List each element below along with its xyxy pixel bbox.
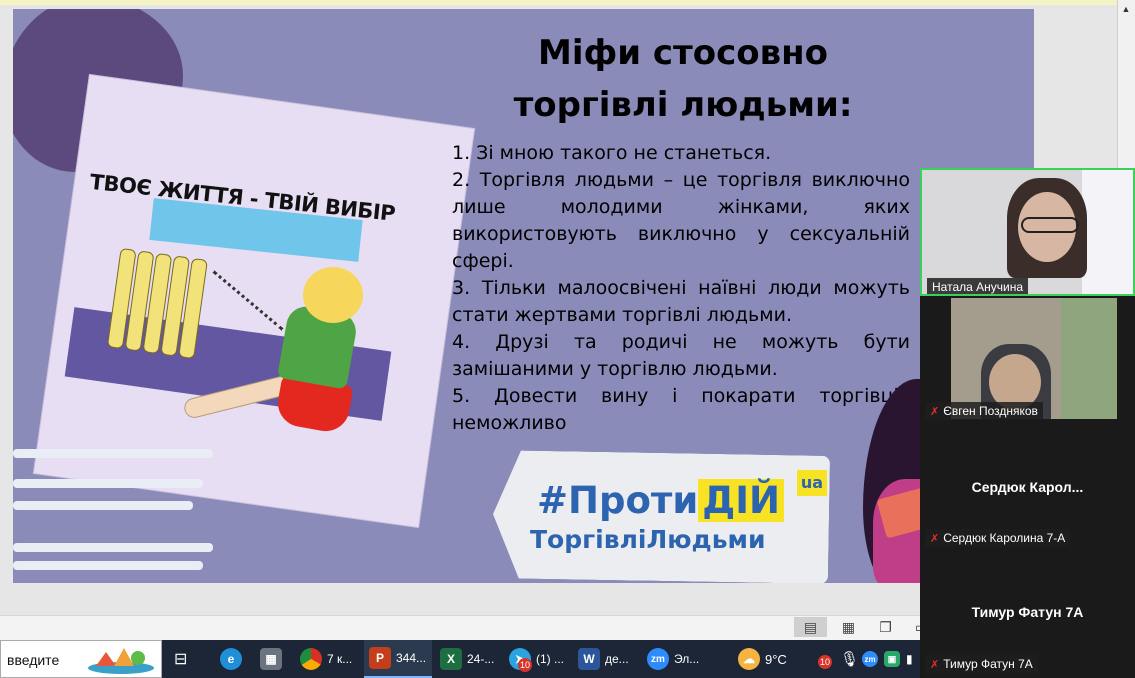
- decorative-stripe: [13, 543, 213, 552]
- taskbar-app-zoom[interactable]: zm Эл...: [644, 640, 706, 678]
- decorative-stripe: [13, 561, 203, 570]
- hashtag-prefix: #Проти: [537, 479, 699, 522]
- excel-icon: X: [440, 648, 462, 670]
- decorative-stripe: [13, 501, 193, 510]
- reading-view-icon[interactable]: ❐: [869, 617, 902, 637]
- decorative-stripe: [13, 479, 203, 488]
- mic-muted-icon: ✗: [930, 533, 940, 545]
- microphone-icon[interactable]: 🎙: [840, 640, 859, 678]
- participant-name: Сердюк Каролина 7-А: [943, 531, 1066, 545]
- hashtag-line2: ТоргівліЛюдьми: [530, 525, 766, 554]
- task-view-icon[interactable]: ⊟: [174, 640, 196, 678]
- glasses-shape: [1021, 217, 1079, 233]
- boy-head-illustration: [303, 267, 363, 323]
- scroll-up-icon[interactable]: ▲: [1117, 2, 1135, 16]
- hashtag-line1: #Проти ДІЙ: [537, 479, 784, 522]
- participant-name: Євген Поздняков: [943, 404, 1038, 418]
- myth-item-1: 1. Зі мною такого не станеться.: [452, 142, 772, 164]
- video-background: [1082, 170, 1133, 294]
- participant-name: Натала Анучина: [932, 280, 1024, 294]
- taskbar-app-label: 7 к...: [327, 652, 353, 666]
- hashtag-ua-badge: ua: [797, 470, 827, 496]
- tray-zoom-icon[interactable]: zm: [862, 640, 883, 678]
- chrome-icon: [300, 648, 322, 670]
- video-background: [1061, 298, 1117, 419]
- taskbar-app-word[interactable]: W де...: [575, 640, 637, 678]
- zoom-icon: zm: [647, 648, 669, 670]
- taskbar-app-label: де...: [605, 652, 629, 666]
- slide-canvas[interactable]: ТВОЄ ЖИТТЯ - ТВІЙ ВИБІР Міфи стосовно то…: [13, 9, 1034, 583]
- participant-name-tag: ✗ Євген Поздняков: [925, 402, 1043, 420]
- participant-tile-active[interactable]: Натала Анучина: [920, 168, 1135, 296]
- taskbar-app-label: 344...: [396, 651, 427, 665]
- notification-badge: 10: [518, 658, 532, 672]
- tray-app-icon[interactable]: ▣: [884, 640, 905, 678]
- participant-name-tag: ✗ Сердюк Каролина 7-А: [925, 529, 1071, 547]
- slide-body-text: 1. Зі мною такого не станеться. 2. Торгі…: [452, 140, 910, 437]
- slide-title-line2: торгівлі людьми:: [513, 85, 853, 125]
- participant-tile[interactable]: Тимур Фатун 7А ✗ Тимур Фатун 7А: [920, 551, 1135, 676]
- poster-image: [33, 74, 475, 528]
- myth-item-5: 5. Довести вину і покарати торгівців нем…: [452, 385, 910, 434]
- normal-view-icon[interactable]: ▤: [794, 617, 827, 637]
- taskbar-app-telegram[interactable]: ➤ (1) ...: [506, 640, 568, 678]
- tray-badge: 10: [818, 655, 832, 669]
- myth-item-3: 3. Тільки малоосвічені наївні люди можут…: [452, 277, 910, 326]
- weather-widget[interactable]: ☁ 9°C: [738, 640, 800, 678]
- participant-display-name: Тимур Фатун 7А: [971, 604, 1084, 620]
- powerpoint-icon: P: [369, 647, 391, 669]
- mic-muted-icon: ✗: [930, 659, 940, 671]
- slide-title: Міфи стосовно торгівлі людьми:: [483, 27, 883, 131]
- participant-name-tag: ✗ Тимур Фатун 7А: [925, 655, 1038, 673]
- participant-display-name: Сердюк Карол...: [971, 479, 1084, 495]
- edge-icon[interactable]: e: [220, 640, 247, 678]
- myth-item-4: 4. Друзі та родичі не можуть бути заміша…: [452, 331, 910, 380]
- radiator-illustration: [106, 247, 215, 365]
- taskbar-app-excel[interactable]: X 24-...: [437, 640, 499, 678]
- participant-video: [951, 298, 1117, 419]
- taskbar-app-label: 24-...: [467, 652, 495, 666]
- participant-tile[interactable]: Сердюк Карол... ✗ Сердюк Каролина 7-А: [920, 423, 1135, 548]
- participant-name-tag: Натала Анучина: [927, 278, 1029, 294]
- participant-name: Тимур Фатун 7А: [943, 657, 1033, 671]
- weather-cloud-icon: ☁: [738, 648, 760, 670]
- taskbar-app-label: Эл...: [674, 652, 700, 666]
- search-placeholder: введите: [7, 652, 60, 668]
- mic-muted-icon: ✗: [930, 406, 940, 418]
- powerpoint-status-bar: [0, 615, 920, 640]
- myth-item-2: 2. Торгівля людьми – це торгівля виключн…: [452, 169, 910, 272]
- calculator-icon[interactable]: ▦: [260, 640, 287, 678]
- weather-temp: 9°C: [765, 651, 787, 667]
- video-participants-panel: Натала Анучина ✗ Євген Поздняков Сердюк К…: [920, 168, 1135, 678]
- search-highlight-icon: [88, 648, 154, 674]
- taskbar-app-powerpoint[interactable]: P 344...: [364, 640, 432, 678]
- word-icon: W: [578, 648, 600, 670]
- ribbon-edge: [0, 0, 1135, 5]
- decorative-stripe: [13, 449, 213, 458]
- hashtag-highlight: ДІЙ: [698, 479, 784, 522]
- slide-sorter-icon[interactable]: ▦: [832, 617, 865, 637]
- taskbar-app-label: (1) ...: [536, 652, 565, 666]
- participant-tile[interactable]: ✗ Євген Поздняков: [920, 296, 1135, 421]
- slide-title-line1: Міфи стосовно: [538, 33, 828, 73]
- tray-more-icon[interactable]: ▮: [906, 640, 920, 678]
- taskbar-app-chrome[interactable]: 7 к...: [297, 640, 359, 678]
